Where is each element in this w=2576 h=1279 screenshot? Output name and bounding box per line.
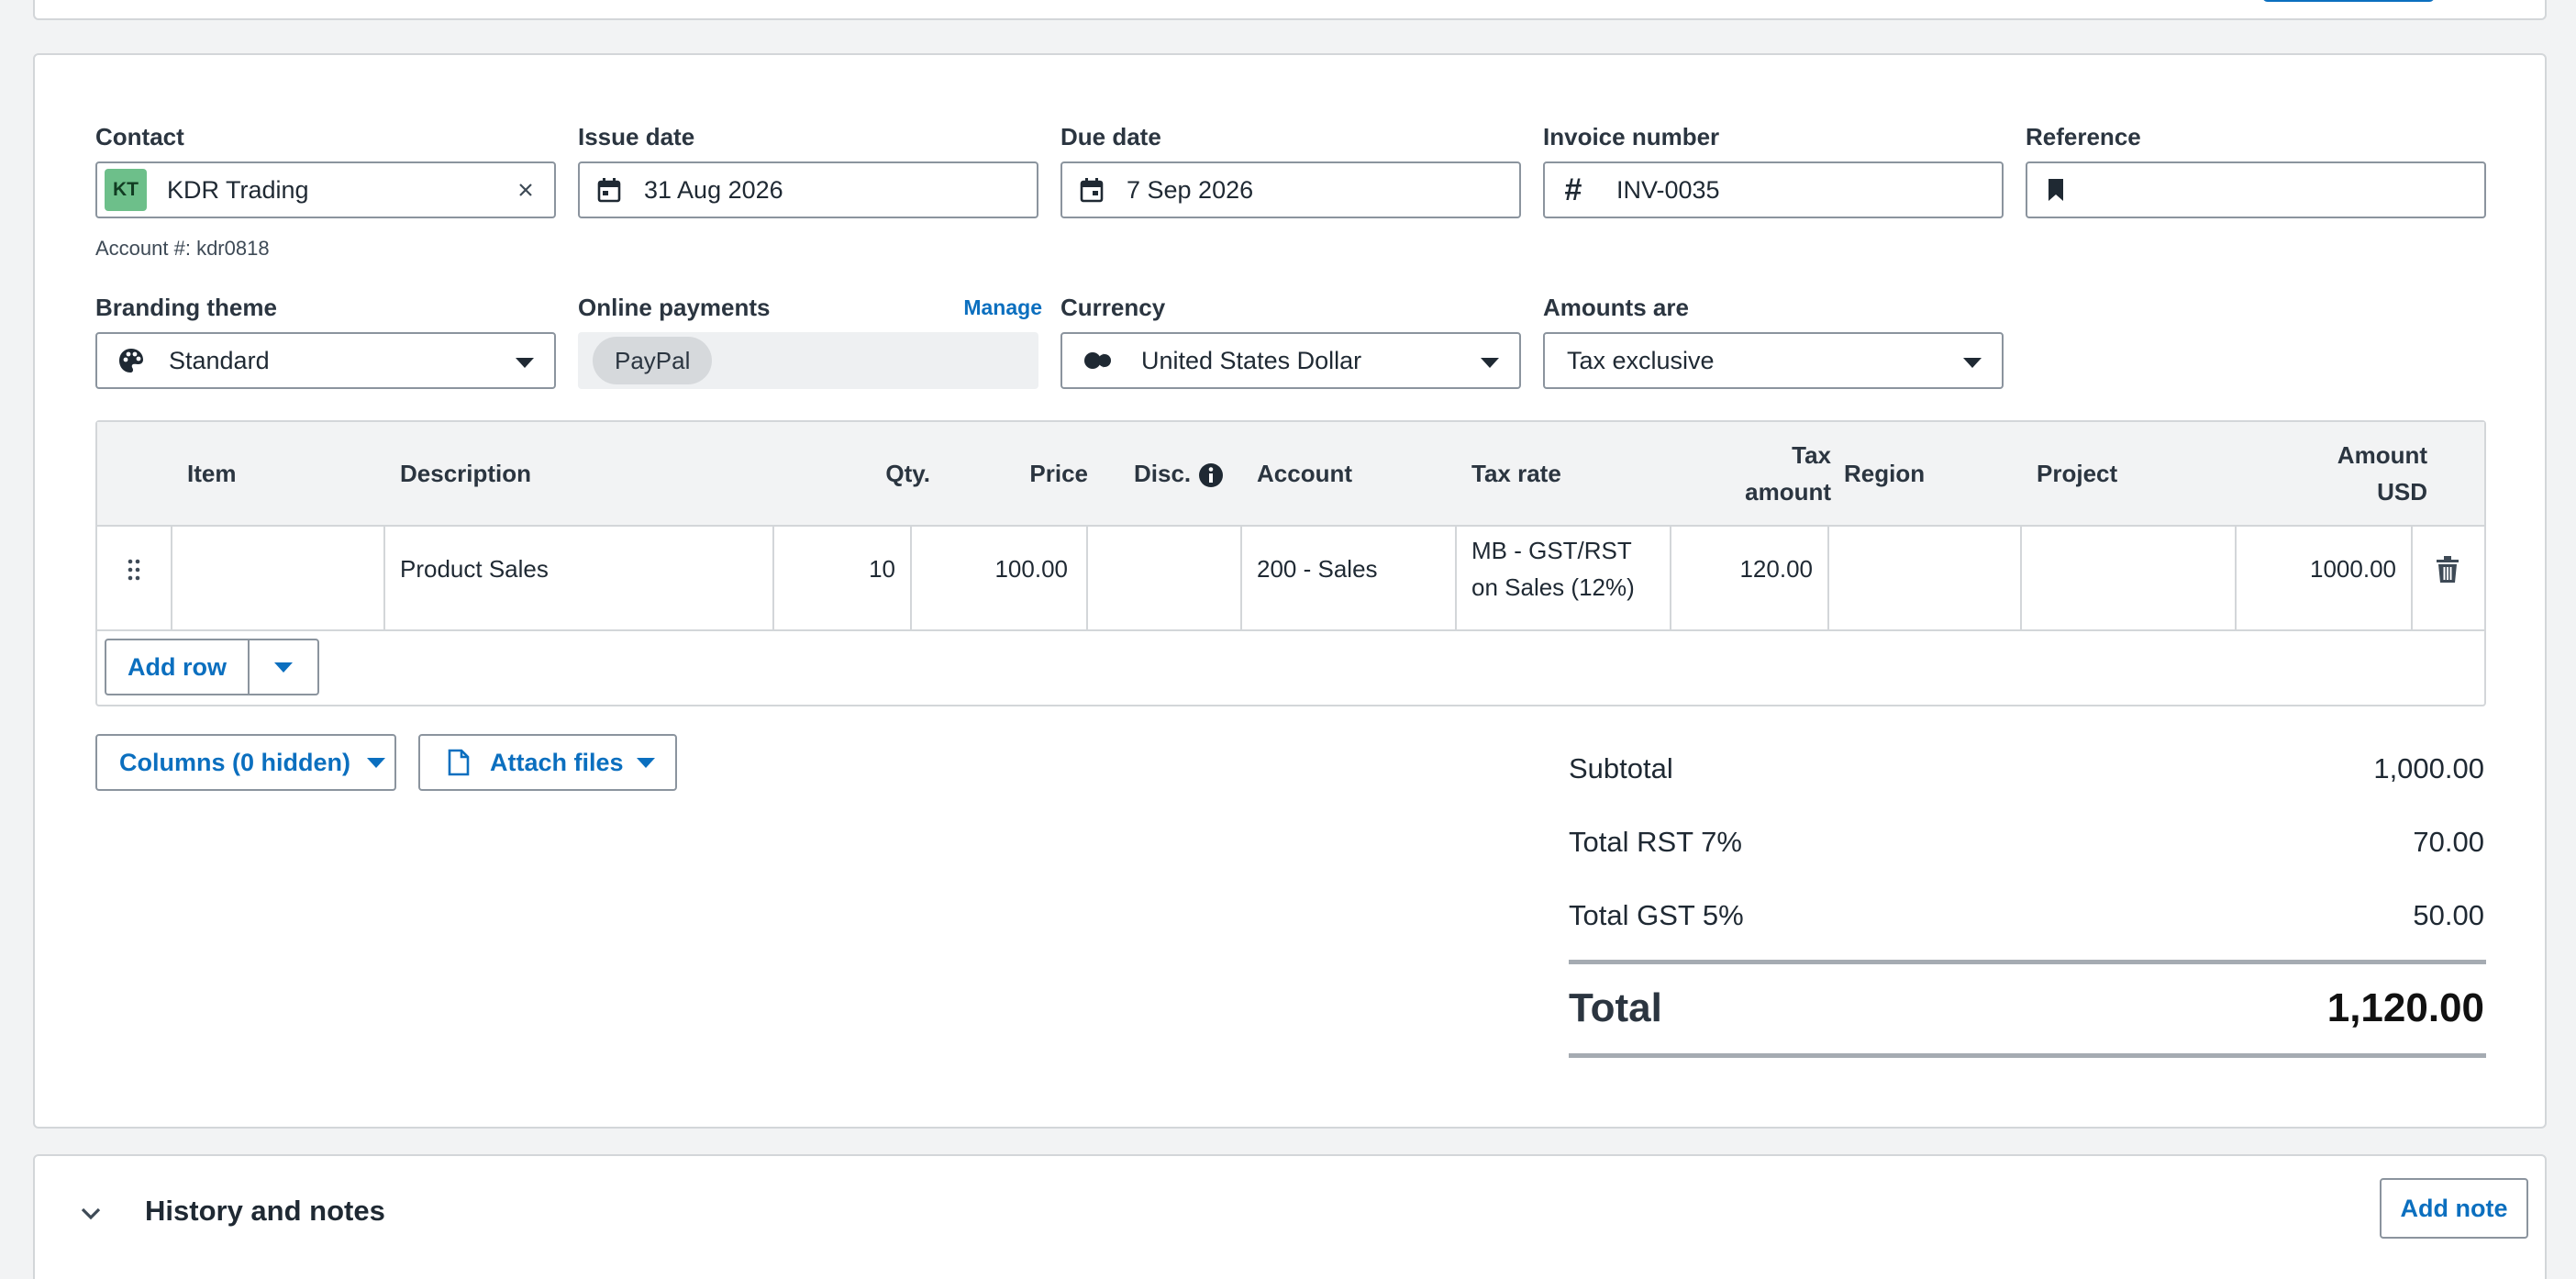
drag-handle-icon[interactable] — [125, 556, 143, 584]
top-primary-button[interactable] — [2262, 0, 2435, 2]
header-description: Description — [400, 460, 532, 487]
attach-files-button[interactable]: Attach files — [418, 734, 677, 791]
trash-icon[interactable] — [2433, 554, 2462, 585]
add-row-button[interactable]: Add row — [105, 639, 250, 695]
line-items-table: Item Description Qty. Price Disc. Accoun… — [95, 420, 2486, 706]
chevron-down-icon[interactable] — [77, 1200, 105, 1228]
header-tax-amount-2: amount — [1745, 478, 1831, 506]
cell-tax-rate-1[interactable]: MB - GST/RST — [1471, 532, 1632, 569]
bookmark-icon — [2046, 178, 2066, 202]
calendar-icon — [1079, 177, 1105, 203]
history-title[interactable]: History and notes — [145, 1195, 385, 1228]
cell-account[interactable]: 200 - Sales — [1257, 551, 1378, 587]
due-date-value: 7 Sep 2026 — [1127, 175, 1254, 204]
reference-field[interactable] — [2026, 161, 2486, 218]
issue-date-value: 31 Aug 2026 — [644, 175, 783, 204]
header-tax-rate: Tax rate — [1471, 460, 1561, 487]
currency-select[interactable]: United States Dollar — [1060, 332, 1521, 389]
amounts-are-value: Tax exclusive — [1567, 346, 1715, 374]
total-value: 1,120.00 — [2326, 985, 2484, 1030]
account-number-note: Account #: kdr0818 — [95, 237, 270, 260]
cell-tax-rate-2[interactable]: on Sales (12%) — [1471, 569, 1635, 606]
header-project: Project — [2037, 460, 2118, 487]
invoice-number-label: Invoice number — [1543, 123, 1720, 150]
invoice-details-panel: Contact KT KDR Trading Account #: kdr081… — [33, 53, 2547, 1129]
branding-theme-select[interactable]: Standard — [95, 332, 556, 389]
palette-icon — [117, 347, 145, 374]
header-item: Item — [187, 460, 237, 487]
previous-panel — [33, 0, 2547, 20]
chevron-down-icon — [516, 358, 534, 368]
chevron-down-icon — [367, 757, 385, 768]
cell-description[interactable]: Product Sales — [400, 551, 549, 587]
header-qty: Qty. — [885, 460, 930, 487]
reference-label: Reference — [2026, 123, 2141, 150]
header-account: Account — [1257, 460, 1352, 487]
close-icon[interactable] — [512, 176, 539, 204]
columns-button-label: Columns (0 hidden) — [119, 748, 350, 776]
due-date-field[interactable]: 7 Sep 2026 — [1060, 161, 1521, 218]
table-header: Item Description Qty. Price Disc. Accoun… — [97, 422, 2484, 527]
rst-label: Total RST 7% — [1569, 826, 1742, 858]
total-label: Total — [1569, 985, 1662, 1030]
cell-tax-amount[interactable]: 120.00 — [1703, 551, 1813, 587]
history-and-notes-panel: History and notes Add note — [33, 1154, 2547, 1279]
currency-icon — [1083, 350, 1116, 371]
header-price: Price — [1029, 460, 1088, 487]
currency-label: Currency — [1060, 294, 1166, 321]
attach-files-label: Attach files — [490, 748, 624, 776]
header-amount-1: Amount — [2337, 441, 2427, 469]
add-row-options-button[interactable] — [248, 639, 319, 695]
amounts-are-label: Amounts are — [1543, 294, 1689, 321]
online-payments-area: PayPal — [578, 332, 1038, 389]
file-icon — [446, 749, 472, 776]
chevron-down-icon — [1481, 358, 1499, 368]
cell-qty[interactable]: 10 — [831, 551, 895, 587]
header-tax-amount-1: Tax — [1792, 441, 1831, 469]
manage-link[interactable]: Manage — [963, 295, 1042, 320]
issue-date-field[interactable]: 31 Aug 2026 — [578, 161, 1038, 218]
contact-value: KDR Trading — [167, 175, 309, 204]
header-disc: Disc. — [1134, 460, 1192, 487]
amounts-are-select[interactable]: Tax exclusive — [1543, 332, 2004, 389]
cell-price[interactable]: 100.00 — [960, 551, 1068, 587]
chevron-down-icon — [1963, 358, 1982, 368]
hash-icon: # — [1564, 172, 1582, 207]
cell-amount: 1000.00 — [2310, 555, 2396, 583]
header-amount-2: USD — [2377, 478, 2427, 506]
total-top-rule — [1569, 960, 2486, 964]
paypal-pill[interactable]: PayPal — [593, 337, 713, 384]
add-note-button[interactable]: Add note — [2380, 1178, 2528, 1239]
invoice-number-value: INV-0035 — [1616, 175, 1720, 204]
contact-avatar: KT — [105, 169, 147, 211]
columns-button[interactable]: Columns (0 hidden) — [95, 734, 396, 791]
branding-theme-label: Branding theme — [95, 294, 277, 321]
branding-theme-value: Standard — [169, 346, 270, 374]
chevron-down-icon — [636, 757, 655, 768]
header-region: Region — [1844, 460, 1926, 487]
subtotal-label: Subtotal — [1569, 752, 1673, 784]
online-payments-label: Online payments — [578, 294, 771, 321]
rst-value: 70.00 — [2413, 826, 2484, 858]
calendar-icon — [596, 177, 622, 203]
invoice-number-field[interactable]: # INV-0035 — [1543, 161, 2004, 218]
due-date-label: Due date — [1060, 123, 1161, 150]
total-bottom-rule — [1569, 1053, 2486, 1058]
contact-field[interactable]: KT KDR Trading — [95, 161, 556, 218]
subtotal-value: 1,000.00 — [2373, 752, 2484, 784]
contact-label: Contact — [95, 123, 184, 150]
chevron-down-icon — [274, 662, 293, 673]
info-icon[interactable] — [1198, 462, 1224, 488]
issue-date-label: Issue date — [578, 123, 695, 150]
gst-label: Total GST 5% — [1569, 899, 1744, 931]
gst-value: 50.00 — [2413, 899, 2484, 931]
currency-value: United States Dollar — [1141, 346, 1362, 374]
